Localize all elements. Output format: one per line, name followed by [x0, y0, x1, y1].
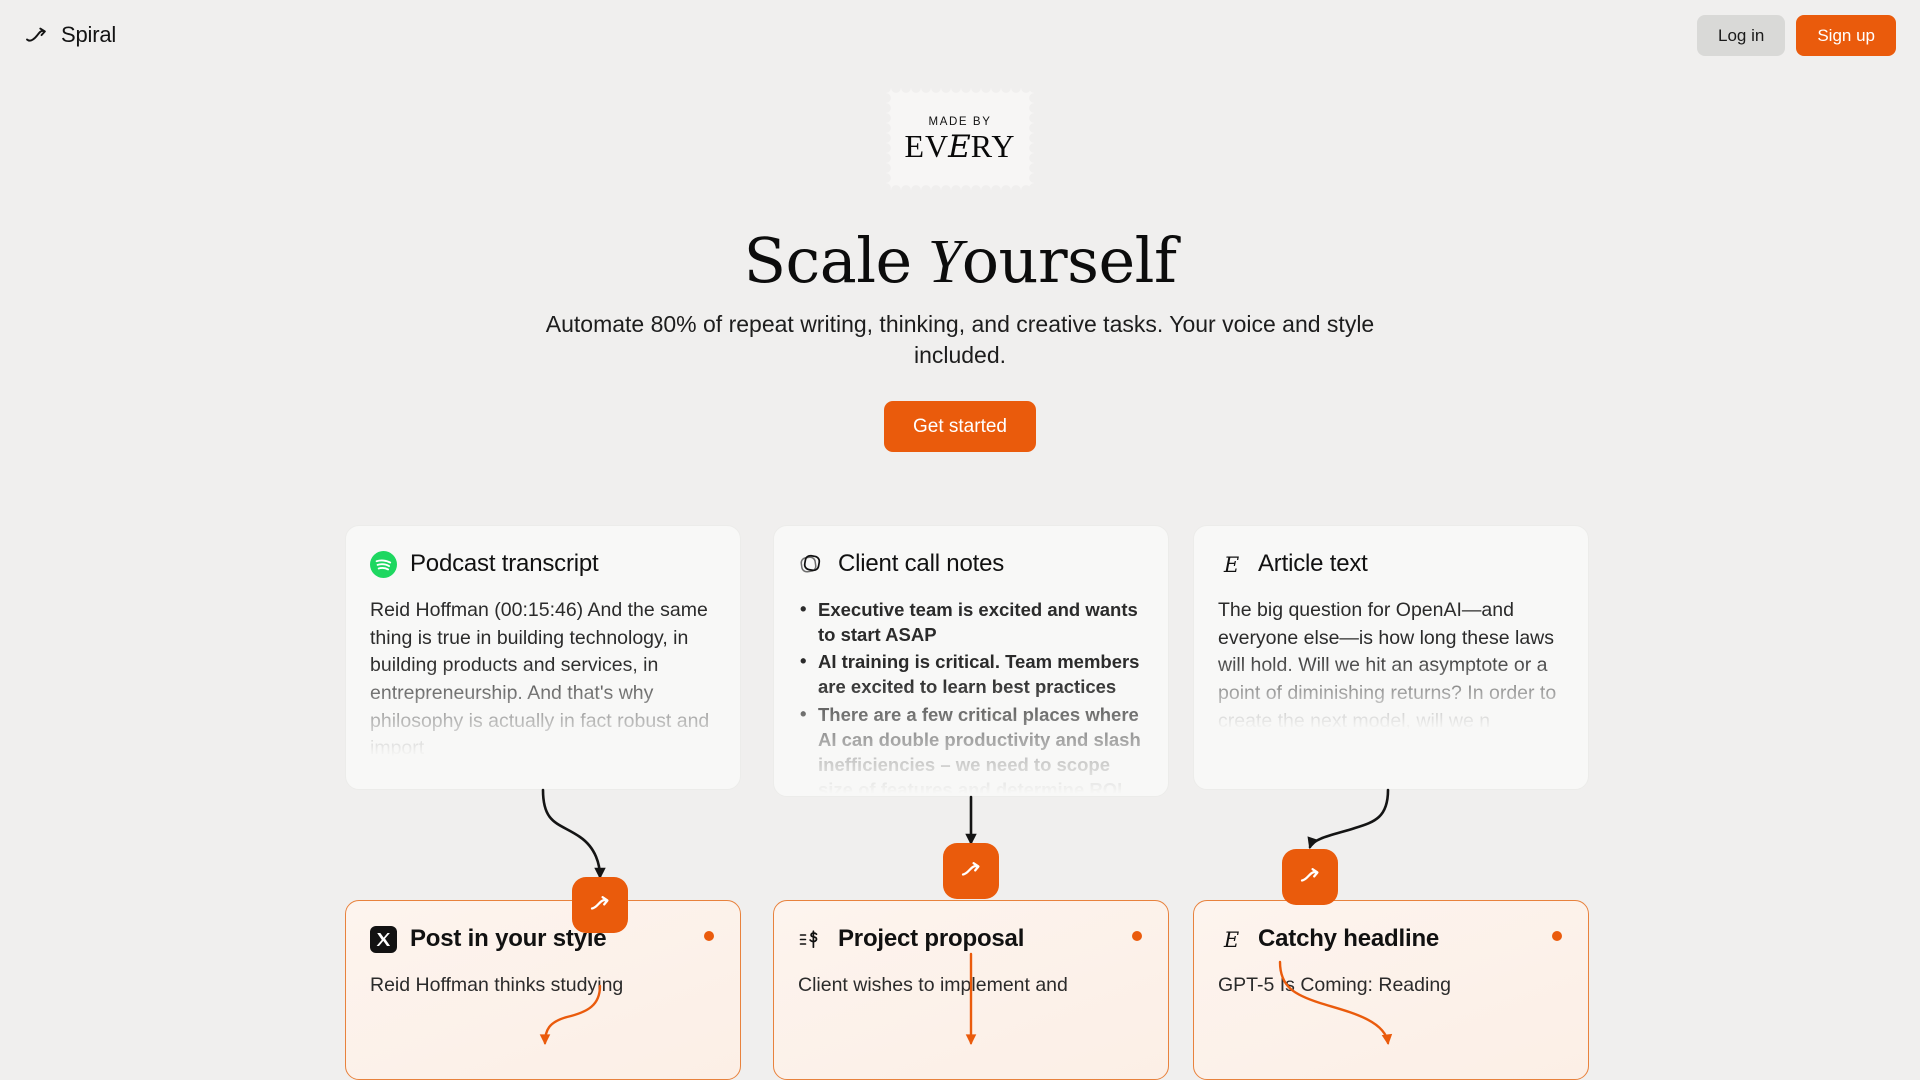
page-title-script-y: Y	[927, 228, 962, 296]
card-body-text: GPT-5 Is Coming: Reading	[1218, 974, 1452, 996]
status-badge	[1132, 931, 1142, 941]
stamp-edge-right	[1029, 83, 1039, 195]
card-title: Client call notes	[838, 550, 1005, 577]
card-body-text: The big question for OpenAI—and everyone…	[1218, 599, 1557, 732]
card-header: Podcast transcript	[370, 550, 716, 578]
page-title-part-1: Scale	[743, 224, 913, 297]
page-title-script-word: Yourself	[928, 228, 1177, 295]
card-body-text: Client wishes to implement and	[798, 974, 1068, 996]
spiral-squiggle-icon	[1294, 859, 1326, 896]
card-title: Article text	[1258, 550, 1368, 577]
stamp-every-script-e: E	[948, 128, 972, 165]
spiral-transform-badge-article[interactable]	[1282, 849, 1338, 905]
list-item: There are a few critical places where AI…	[798, 701, 1144, 796]
connector-in-podcast	[541, 788, 606, 880]
workflow-board: Podcast transcript Reid Hoffman (00:15:4…	[0, 525, 1920, 1080]
x-twitter-icon	[370, 925, 397, 953]
card-title: Project proposal	[838, 925, 1025, 952]
granola-overlap-icon	[798, 551, 825, 578]
spiral-squiggle-icon	[955, 853, 987, 890]
card-title: Podcast transcript	[410, 550, 599, 577]
page-title: Scale Yourself	[744, 228, 1177, 295]
output-card-project-proposal[interactable]: Project proposal Client wishes to implem…	[773, 900, 1169, 1080]
stamp-every-wordmark: EV E RY	[905, 130, 1016, 163]
brand-name: Spiral	[61, 22, 117, 47]
input-card-article-text[interactable]: E Article text The big question for Open…	[1193, 525, 1589, 790]
output-card-catchy-headline[interactable]: E Catchy headline GPT-5 Is Coming: Readi…	[1193, 900, 1589, 1080]
get-started-button[interactable]: Get started	[884, 400, 1036, 452]
card-body-text: Reid Hoffman thinks studying	[370, 974, 624, 996]
workflow-column-article: E Article text The big question for Open…	[1193, 525, 1589, 1080]
input-card-podcast-transcript[interactable]: Podcast transcript Reid Hoffman (00:15:4…	[345, 525, 741, 790]
spiral-squiggle-icon	[584, 887, 616, 924]
card-body-text: Reid Hoffman (00:15:46) And the same thi…	[370, 599, 710, 760]
spiral-transform-badge-client-call[interactable]	[943, 843, 999, 899]
card-header: E Catchy headline	[1218, 925, 1564, 953]
stamp-every-pre: EV	[904, 127, 950, 164]
brand-logo-link[interactable]: Spiral	[24, 22, 116, 48]
card-header: Project proposal	[798, 925, 1144, 953]
output-card-post-in-your-style[interactable]: Post in your style Reid Hoffman thinks s…	[345, 900, 741, 1080]
card-header: Client call notes	[798, 550, 1144, 578]
status-badge	[704, 931, 714, 941]
hero-section: MADE BY EV E RY Scale Yourself Automate 80…	[0, 83, 1920, 452]
made-by-every-stamp: MADE BY EV E RY	[881, 83, 1039, 195]
svg-text:E: E	[1223, 928, 1239, 952]
auth-actions: Log in Sign up	[1697, 14, 1896, 56]
list-item: AI training is critical. Team members ar…	[798, 648, 1144, 699]
input-card-client-call-notes[interactable]: Client call notes Executive team is exci…	[773, 525, 1169, 797]
every-script-e-icon: E	[1218, 926, 1245, 953]
every-script-e-icon: E	[1218, 551, 1245, 578]
stamp-edge-left	[881, 83, 891, 195]
card-header: Post in your style	[370, 925, 716, 953]
workflow-column-client-call: Client call notes Executive team is exci…	[773, 525, 1169, 1080]
invoice-dollar-icon	[798, 926, 825, 953]
connector-in-article	[1307, 788, 1390, 850]
login-button[interactable]: Log in	[1697, 14, 1786, 56]
spiral-transform-badge-podcast[interactable]	[572, 877, 628, 933]
stamp-made-by-label: MADE BY	[928, 115, 992, 128]
status-badge	[1552, 931, 1562, 941]
card-body-list: Executive team is excited and wants to s…	[798, 596, 1144, 796]
stamp-every-post: RY	[970, 127, 1016, 164]
top-navigation-bar: Spiral Log in Sign up	[0, 0, 1920, 70]
workflow-column-podcast: Podcast transcript Reid Hoffman (00:15:4…	[345, 525, 741, 1080]
page-title-part-2: ourself	[961, 224, 1177, 297]
signup-button[interactable]: Sign up	[1796, 14, 1896, 56]
list-item: Executive team is excited and wants to s…	[798, 596, 1144, 647]
card-header: E Article text	[1218, 550, 1564, 578]
spiral-squiggle-icon	[24, 22, 50, 48]
spotify-icon	[370, 550, 397, 578]
card-title: Catchy headline	[1258, 925, 1440, 952]
svg-text:E: E	[1223, 553, 1239, 577]
bullet-list: Executive team is excited and wants to s…	[798, 596, 1144, 796]
page-subtitle: Automate 80% of repeat writing, thinking…	[545, 311, 1375, 369]
